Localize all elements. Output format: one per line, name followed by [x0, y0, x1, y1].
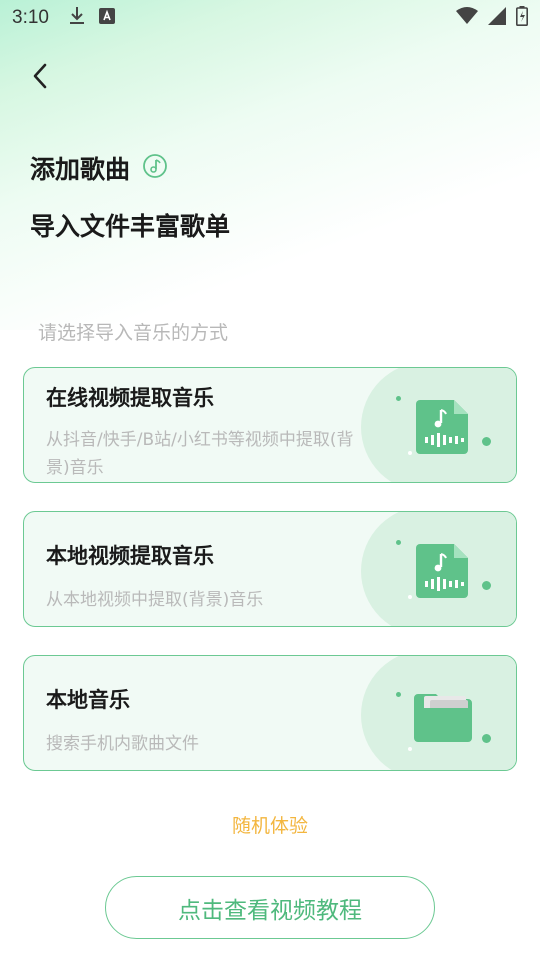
music-file-icon: [416, 544, 470, 602]
chevron-left-icon: [32, 63, 48, 93]
music-note-circle-icon: [142, 153, 168, 183]
decor-dot: [408, 595, 412, 599]
page-title-row: 添加歌曲: [30, 150, 168, 186]
back-button[interactable]: [20, 58, 60, 98]
card-title: 在线视频提取音乐: [46, 386, 214, 410]
wifi-icon: [456, 7, 478, 29]
decor-dot: [408, 451, 412, 455]
download-icon: [69, 6, 85, 30]
decor-dot: [396, 692, 401, 697]
card-title: 本地视频提取音乐: [46, 544, 214, 568]
signal-icon: [488, 7, 506, 29]
card-description: 从抖音/快手/B站/小红书等视频中提取(背景)音乐: [46, 430, 354, 478]
battery-charging-icon: [516, 6, 528, 30]
status-time: 3:10: [12, 7, 49, 28]
section-hint: 请选择导入音乐的方式: [38, 322, 229, 344]
decor-dot: [482, 734, 491, 743]
decor-dot: [396, 396, 401, 401]
card-description: 搜索手机内歌曲文件: [46, 734, 199, 754]
music-file-icon: [416, 400, 470, 458]
card-online-video-extract[interactable]: 在线视频提取音乐 从抖音/快手/B站/小红书等视频中提取(背景)音乐: [23, 367, 517, 483]
page-subtitle: 导入文件丰富歌单: [30, 212, 231, 241]
keyboard-a-icon: [98, 8, 115, 28]
decor-dot: [408, 747, 412, 751]
card-description: 从本地视频中提取(背景)音乐: [46, 590, 264, 610]
card-title: 本地音乐: [46, 688, 130, 712]
folder-icon: [412, 690, 474, 746]
decor-dot: [396, 540, 401, 545]
random-try-link[interactable]: 随机体验: [0, 811, 540, 838]
card-local-video-extract[interactable]: 本地视频提取音乐 从本地视频中提取(背景)音乐: [23, 511, 517, 627]
decor-dot: [482, 437, 491, 446]
decor-dot: [482, 581, 491, 590]
card-local-music[interactable]: 本地音乐 搜索手机内歌曲文件: [23, 655, 517, 771]
video-tutorial-button[interactable]: 点击查看视频教程: [105, 876, 435, 939]
status-bar: 3:10: [0, 0, 540, 36]
page-title: 添加歌曲: [30, 155, 131, 184]
